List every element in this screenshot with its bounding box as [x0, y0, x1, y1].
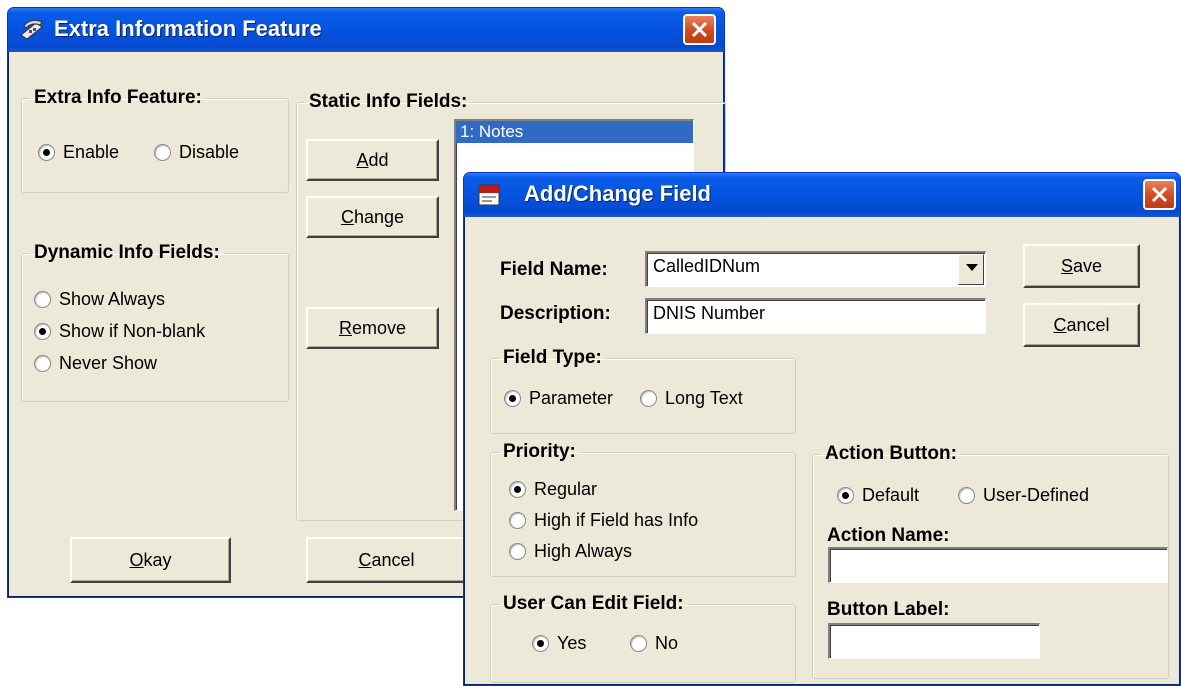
- accelerator: C: [358, 549, 372, 570]
- radio-indicator: [630, 635, 647, 652]
- parameter-radio[interactable]: Parameter: [504, 388, 613, 409]
- long-text-radio[interactable]: Long Text: [640, 388, 743, 409]
- title-bar[interactable]: Add/Change Field: [464, 173, 1180, 217]
- button-label: hange: [353, 206, 405, 227]
- radio-indicator: [532, 635, 549, 652]
- description-value: DNIS Number: [653, 303, 766, 323]
- radio-label: Disable: [179, 142, 240, 162]
- close-button[interactable]: [683, 14, 716, 45]
- group-legend: Priority:: [503, 441, 576, 462]
- yes-radio[interactable]: Yes: [532, 633, 586, 654]
- radio-label: User-Defined: [983, 485, 1090, 505]
- radio-indicator: [504, 390, 521, 407]
- radio-indicator: [34, 323, 51, 340]
- close-button[interactable]: [1143, 179, 1176, 210]
- radio-label: Yes: [557, 633, 587, 653]
- button-label: ancel: [1066, 314, 1110, 335]
- cancel-button[interactable]: Cancel: [306, 537, 467, 583]
- change-button[interactable]: Change: [306, 196, 439, 238]
- accelerator: O: [129, 549, 144, 570]
- title-bar[interactable]: Extra Information Feature: [8, 8, 724, 52]
- extra-info-group: Extra Info Feature:: [21, 87, 289, 193]
- radio-label: Enable: [63, 142, 120, 162]
- button-label-label: Button Label:: [827, 599, 950, 620]
- group-legend: Static Info Fields:: [309, 91, 468, 112]
- enable-radio[interactable]: Enable: [38, 142, 119, 163]
- user-defined-radio[interactable]: User-Defined: [958, 485, 1089, 506]
- radio-indicator: [38, 144, 55, 161]
- radio-indicator: [837, 487, 854, 504]
- radio-label: Parameter: [529, 388, 614, 408]
- accelerator: C: [1053, 314, 1067, 335]
- disable-radio[interactable]: Disable: [154, 142, 239, 163]
- button-label-field[interactable]: [828, 623, 1040, 659]
- add-change-field-window: Add/Change Field Field Name: CalledIDNum…: [463, 172, 1181, 686]
- field-name-combobox[interactable]: CalledIDNum: [645, 251, 986, 287]
- radio-label: Regular: [534, 479, 598, 499]
- field-name-value: CalledIDNum: [653, 256, 761, 276]
- button-label: ave: [1072, 255, 1103, 276]
- radio-indicator: [34, 355, 51, 372]
- description-field[interactable]: DNIS Number: [645, 298, 986, 334]
- radio-indicator: [958, 487, 975, 504]
- radio-indicator: [509, 512, 526, 529]
- accelerator: R: [338, 317, 352, 338]
- radio-indicator: [509, 543, 526, 560]
- dropdown-button[interactable]: [958, 254, 984, 285]
- window-title: Extra Information Feature: [54, 16, 322, 41]
- show-always-radio[interactable]: Show Always: [34, 289, 165, 310]
- group-legend: Dynamic Info Fields:: [34, 242, 220, 263]
- radio-indicator: [34, 291, 51, 308]
- regular-radio[interactable]: Regular: [509, 479, 597, 500]
- accelerator: C: [340, 206, 354, 227]
- field-app-icon: [476, 182, 502, 213]
- radio-indicator: [509, 481, 526, 498]
- show-if-nonblank-radio[interactable]: Show if Non-blank: [34, 321, 205, 342]
- group-legend: Extra Info Feature:: [34, 87, 202, 108]
- save-button[interactable]: Save: [1023, 244, 1140, 288]
- radio-label: Never Show: [59, 353, 158, 373]
- radio-indicator: [640, 390, 657, 407]
- cancel-button[interactable]: Cancel: [1023, 303, 1140, 347]
- description-label: Description:: [500, 303, 611, 324]
- okay-button[interactable]: Okay: [70, 537, 231, 583]
- radio-label: High Always: [534, 541, 633, 561]
- radio-label: Default: [862, 485, 920, 505]
- high-always-radio[interactable]: High Always: [509, 541, 632, 562]
- accelerator: A: [356, 149, 369, 170]
- radio-label: Long Text: [665, 388, 743, 408]
- chevron-down-icon: [966, 264, 978, 271]
- no-radio[interactable]: No: [630, 633, 678, 654]
- button-label: dd: [368, 149, 389, 170]
- radio-indicator: [154, 144, 171, 161]
- accelerator: S: [1060, 255, 1073, 276]
- radio-label: High if Field has Info: [534, 510, 699, 530]
- default-radio[interactable]: Default: [837, 485, 919, 506]
- add-button[interactable]: Add: [306, 139, 439, 181]
- field-name-label: Field Name:: [500, 259, 608, 280]
- radio-label: No: [655, 633, 679, 653]
- radio-label: Show Always: [59, 289, 166, 309]
- button-label: ancel: [371, 549, 415, 570]
- radio-label: Show if Non-blank: [59, 321, 206, 341]
- button-label: emove: [351, 317, 407, 338]
- group-legend: User Can Edit Field:: [503, 593, 684, 614]
- button-label: kay: [143, 549, 172, 570]
- close-icon: [691, 21, 708, 38]
- group-legend: Field Type:: [503, 347, 602, 368]
- list-item[interactable]: 1: Notes: [456, 121, 693, 143]
- high-if-info-radio[interactable]: High if Field has Info: [509, 510, 698, 531]
- group-legend: Action Button:: [825, 443, 957, 464]
- window-title: Add/Change Field: [524, 181, 711, 206]
- action-name-label: Action Name:: [827, 525, 950, 546]
- never-show-radio[interactable]: Never Show: [34, 353, 157, 374]
- close-icon: [1151, 186, 1168, 203]
- phone-app-icon: [18, 17, 46, 48]
- action-name-field[interactable]: [828, 547, 1168, 583]
- remove-button[interactable]: Remove: [306, 307, 439, 349]
